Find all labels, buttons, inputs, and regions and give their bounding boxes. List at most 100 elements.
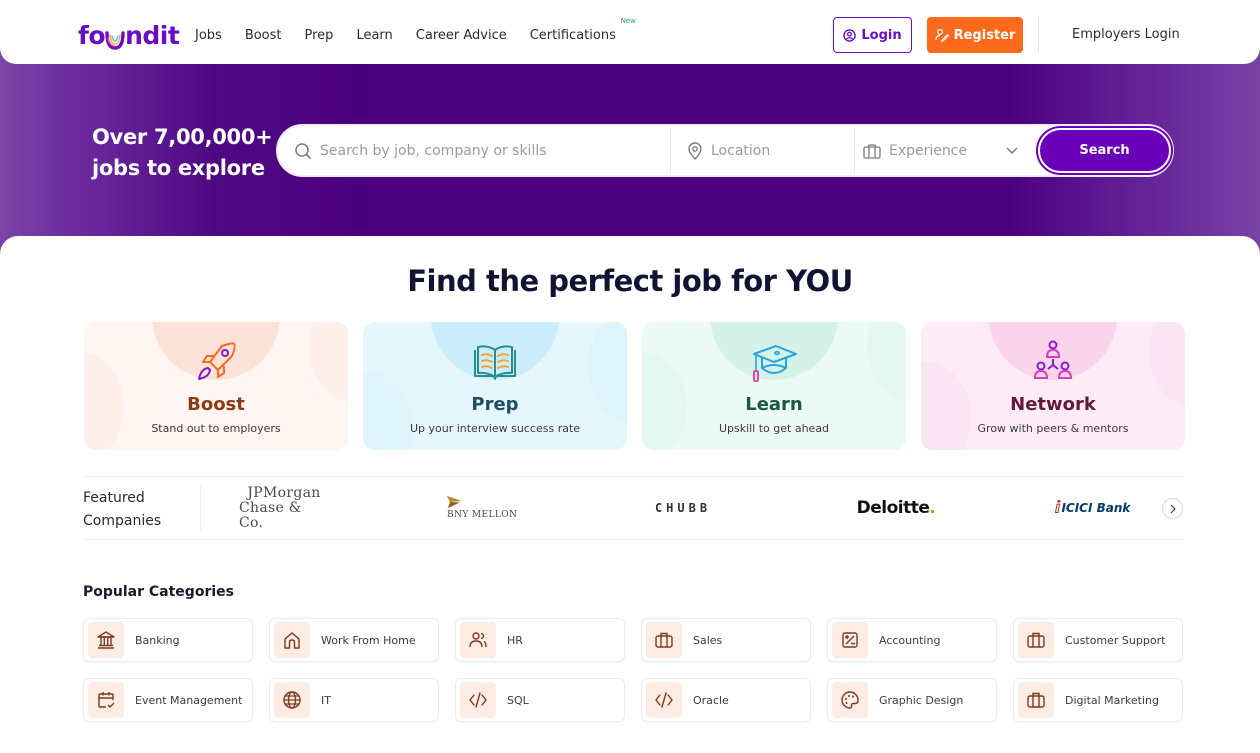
logo-text-left: fo	[78, 21, 106, 50]
main-content: Find the perfect job for YOU Boost Stand…	[0, 236, 1260, 753]
login-label: Login	[861, 27, 902, 43]
icici-mark-icon: ⅈ	[1054, 498, 1061, 518]
category-event-management[interactable]: Event Management	[83, 678, 253, 722]
card-subtitle: Stand out to employers	[151, 422, 281, 435]
bny-mellon-mark-icon	[447, 496, 462, 508]
category-customer-support[interactable]: Customer Support	[1013, 618, 1183, 662]
foundit-logo[interactable]: fo ndit	[78, 16, 180, 50]
employers-login-link[interactable]: Employers Login	[1072, 27, 1180, 42]
category-sales[interactable]: Sales	[641, 618, 811, 662]
card-title: Prep	[471, 394, 519, 415]
page-title: Find the perfect job for YOU	[407, 264, 853, 298]
register-button[interactable]: Register	[927, 17, 1023, 53]
card-subtitle: Grow with peers & mentors	[977, 422, 1129, 435]
category-label: Digital Marketing	[1065, 693, 1159, 707]
card-network[interactable]: Network Grow with peers & mentors	[921, 322, 1185, 450]
nav-certifications-label: Certifications	[529, 27, 616, 43]
nav-certifications[interactable]: Certifications New	[529, 17, 636, 43]
chevron-right-icon	[1170, 504, 1176, 513]
register-label: Register	[953, 27, 1016, 43]
users-icon	[460, 622, 496, 658]
experience-select[interactable]: Experience	[854, 128, 1024, 173]
open-book-icon	[474, 345, 516, 380]
featured-companies: Featured Companies JPMorgan Chase & Co. …	[83, 476, 1184, 540]
category-label: Oracle	[693, 693, 729, 707]
category-it[interactable]: IT	[269, 678, 439, 722]
job-search-bar: Search by job, company or skills Locatio…	[276, 124, 1174, 177]
keyword-search-input[interactable]: Search by job, company or skills	[294, 126, 664, 175]
category-work-from-home[interactable]: Work From Home	[269, 618, 439, 662]
card-title: Boost	[187, 394, 245, 415]
logo-text-right: ndit	[125, 21, 180, 50]
featured-companies-label: Featured Companies	[83, 487, 161, 533]
featured-next-button[interactable]	[1162, 498, 1183, 519]
people-network-icon	[1033, 340, 1073, 379]
card-boost[interactable]: Boost Stand out to employers	[84, 322, 348, 450]
bank-icon	[88, 622, 124, 658]
experience-placeholder: Experience	[889, 142, 968, 159]
logo-u-mark-icon	[105, 31, 125, 50]
featured-divider	[200, 485, 201, 531]
category-graphic-design[interactable]: Graphic Design	[827, 678, 997, 722]
nav-boost[interactable]: Boost	[245, 28, 282, 43]
category-banking[interactable]: Banking	[83, 618, 253, 662]
nav-learn[interactable]: Learn	[356, 28, 392, 43]
card-subtitle: Upskill to get ahead	[718, 422, 830, 435]
hero-headline-line2: jobs to explore	[92, 156, 265, 180]
feature-cards: Boost Stand out to employers Prep Up you…	[84, 322, 1185, 450]
deloitte-text: Deloitte	[856, 498, 930, 518]
featured-label-line2: Companies	[83, 513, 162, 529]
card-learn[interactable]: Learn Upskill to get ahead	[642, 322, 906, 450]
code-icon	[460, 682, 496, 718]
company-logo-jpmorgan[interactable]: JPMorgan Chase & Co.	[239, 477, 329, 539]
card-side-blob	[309, 322, 348, 402]
nav-jobs[interactable]: Jobs	[195, 28, 222, 43]
category-oracle[interactable]: Oracle	[641, 678, 811, 722]
company-logo-deloitte[interactable]: Deloitte.	[851, 477, 941, 539]
chubb-text: CHUBB	[654, 501, 712, 515]
palette-icon	[832, 682, 868, 718]
globe-icon	[274, 682, 310, 718]
category-accounting[interactable]: Accounting	[827, 618, 997, 662]
main-nav: Jobs Boost Prep Learn Career Advice Cert…	[195, 0, 639, 70]
briefcase-icon	[1018, 622, 1054, 658]
category-label: Accounting	[879, 633, 941, 647]
nav-prep[interactable]: Prep	[305, 28, 334, 43]
login-button[interactable]: Login	[833, 17, 912, 53]
card-subtitle: Up your interview success rate	[409, 422, 581, 435]
home-icon	[274, 622, 310, 658]
location-pin-icon	[688, 141, 702, 160]
card-title: Learn	[745, 394, 803, 415]
company-logo-bny-mellon[interactable]: BNY MELLON	[447, 477, 527, 539]
briefcase-icon	[1018, 682, 1054, 718]
category-label: Graphic Design	[879, 693, 964, 707]
header-divider	[1038, 18, 1039, 52]
rocket-icon	[198, 342, 236, 380]
category-label: SQL	[507, 693, 529, 707]
category-label: HR	[507, 633, 523, 647]
featured-label-line1: Featured	[83, 490, 145, 506]
category-digital-marketing[interactable]: Digital Marketing	[1013, 678, 1183, 722]
search-button[interactable]: Search	[1038, 128, 1171, 173]
keyword-placeholder: Search by job, company or skills	[320, 142, 547, 159]
category-sql[interactable]: SQL	[455, 678, 625, 722]
jpmorgan-line2: Chase & Co.	[239, 499, 302, 531]
card-prep[interactable]: Prep Up your interview success rate	[363, 322, 627, 450]
hero-headline-line1: Over 7,00,000+	[92, 125, 273, 149]
graduation-cap-icon	[753, 345, 797, 382]
hero-headline: Over 7,00,000+ jobs to explore	[92, 122, 273, 184]
briefcase-icon	[863, 143, 881, 159]
calendar-check-icon	[88, 682, 124, 718]
category-grid: Banking Work From Home HR Sales Accounti…	[83, 618, 1183, 722]
company-logo-chubb[interactable]: CHUBB	[643, 477, 723, 539]
chevron-down-icon[interactable]	[1004, 142, 1020, 158]
nav-career-advice[interactable]: Career Advice	[416, 28, 507, 43]
category-label: Banking	[135, 633, 180, 647]
calculator-icon	[832, 622, 868, 658]
icici-text: ICICI Bank	[1061, 501, 1131, 515]
category-label: Sales	[693, 633, 723, 647]
category-hr[interactable]: HR	[455, 618, 625, 662]
category-label: IT	[321, 693, 331, 707]
company-logo-icici-bank[interactable]: ⅈ ICICI Bank	[1045, 477, 1140, 539]
location-input[interactable]: Location	[670, 128, 850, 173]
